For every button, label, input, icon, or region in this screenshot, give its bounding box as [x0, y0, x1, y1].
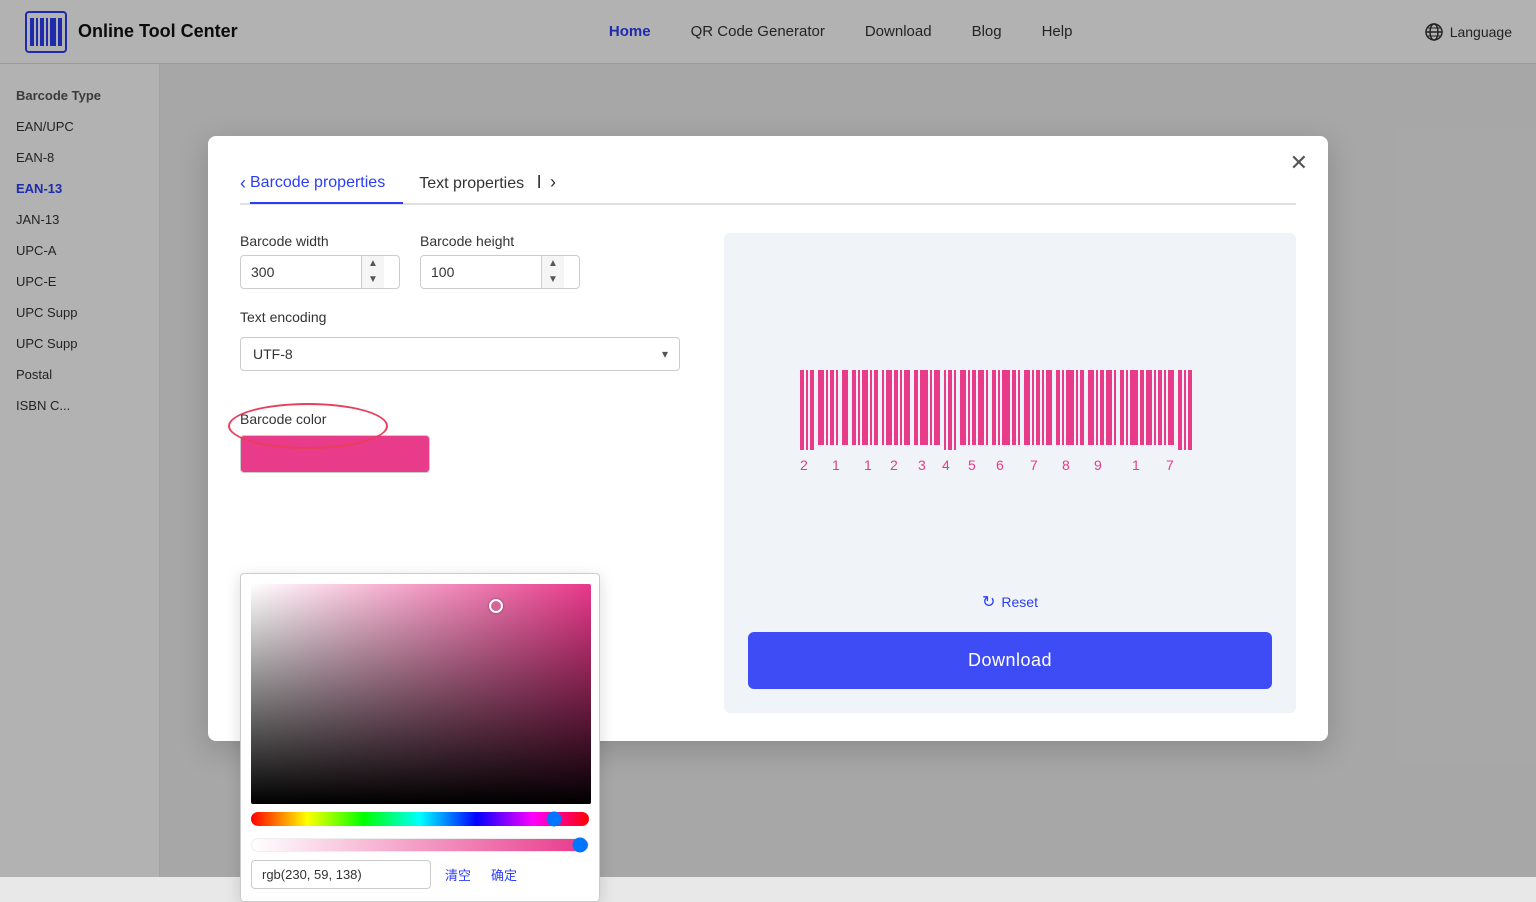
barcode-digits: 2 1 1 2 3 4 5 6 7 8 9 1: [800, 457, 1174, 473]
barcode-svg-wrapper: 2 1 1 2 3 4 5 6 7 8 9 1: [790, 370, 1230, 480]
tab-next-button[interactable]: ›: [550, 172, 556, 193]
encoding-group: Text encoding UTF-8 ISO-8859-1 ASCII ▾: [240, 309, 700, 391]
width-group: Barcode width ▲ ▼: [240, 233, 400, 289]
barcode-preview-svg: 2 1 1 2 3 4 5 6 7 8 9 1: [790, 370, 1230, 480]
modal-tabs: ‹ Barcode properties Text properties I ›: [240, 164, 1296, 205]
download-button[interactable]: Download: [748, 632, 1272, 689]
barcode-preview-area: 2 1 1 2 3 4 5 6 7 8 9 1: [748, 265, 1272, 584]
width-decrement[interactable]: ▼: [362, 272, 384, 288]
color-picker-popup: 清空 确定: [240, 573, 600, 902]
svg-text:7: 7: [1166, 457, 1174, 473]
color-confirm-button[interactable]: 确定: [485, 861, 523, 888]
svg-text:3: 3: [918, 457, 926, 473]
encoding-select-wrapper: UTF-8 ISO-8859-1 ASCII ▾: [240, 337, 680, 371]
barcode-height-label: Barcode height: [420, 233, 580, 249]
barcode-bars: [800, 370, 1192, 450]
cursor-icon: I: [537, 172, 542, 192]
barcode-height-input-wrapper: ▲ ▼: [420, 255, 580, 289]
color-label-wrapper: Barcode color: [240, 411, 700, 429]
tab-text-properties[interactable]: Text properties I ›: [419, 164, 574, 203]
opacity-slider-wrapper: [241, 832, 599, 852]
color-gradient-dark: [251, 584, 591, 804]
svg-text:1: 1: [1132, 457, 1140, 473]
modal-left-panel: Barcode width ▲ ▼ Barcode height: [240, 233, 700, 713]
svg-text:1: 1: [832, 457, 840, 473]
height-group: Barcode height ▲ ▼: [420, 233, 580, 289]
color-clear-button[interactable]: 清空: [439, 861, 477, 888]
barcode-width-label: Barcode width: [240, 233, 400, 249]
svg-text:8: 8: [1062, 457, 1070, 473]
color-input-row: 清空 确定: [241, 852, 599, 889]
hue-slider[interactable]: [251, 812, 589, 826]
barcode-height-input[interactable]: [421, 258, 541, 286]
width-spinner: ▲ ▼: [361, 256, 384, 288]
barcode-color-label: Barcode color: [240, 411, 326, 427]
svg-text:6: 6: [996, 457, 1004, 473]
hue-slider-wrapper: [241, 812, 599, 826]
encoding-label: Text encoding: [240, 309, 700, 325]
color-gradient-area[interactable]: [251, 584, 591, 804]
modal-right-panel: 2 1 1 2 3 4 5 6 7 8 9 1: [724, 233, 1296, 713]
barcode-width-input-wrapper: ▲ ▼: [240, 255, 400, 289]
color-text-input[interactable]: [251, 860, 431, 889]
svg-text:9: 9: [1094, 457, 1102, 473]
modal: ✕ ‹ Barcode properties Text properties I…: [208, 136, 1328, 741]
svg-text:2: 2: [800, 457, 808, 473]
width-increment[interactable]: ▲: [362, 256, 384, 272]
svg-text:1: 1: [864, 457, 872, 473]
dimensions-row: Barcode width ▲ ▼ Barcode height: [240, 233, 700, 289]
close-button[interactable]: ✕: [1290, 152, 1308, 174]
opacity-slider[interactable]: [251, 838, 589, 852]
height-spinner: ▲ ▼: [541, 256, 564, 288]
svg-text:4: 4: [942, 457, 950, 473]
svg-text:7: 7: [1030, 457, 1038, 473]
tab-barcode-properties[interactable]: Barcode properties: [250, 166, 403, 202]
height-decrement[interactable]: ▼: [542, 272, 564, 288]
height-increment[interactable]: ▲: [542, 256, 564, 272]
modal-body: Barcode width ▲ ▼ Barcode height: [240, 233, 1296, 713]
color-swatch[interactable]: [240, 435, 430, 473]
tab-back-button[interactable]: ‹: [240, 173, 246, 194]
color-group: Barcode color: [240, 411, 700, 473]
modal-overlay: ✕ ‹ Barcode properties Text properties I…: [0, 0, 1536, 877]
encoding-select[interactable]: UTF-8 ISO-8859-1 ASCII: [240, 337, 680, 371]
reset-label: Reset: [1001, 594, 1038, 610]
svg-text:5: 5: [968, 457, 976, 473]
svg-text:2: 2: [890, 457, 898, 473]
reset-button[interactable]: ↻ Reset: [966, 584, 1054, 620]
reset-icon: ↻: [982, 592, 995, 612]
barcode-width-input[interactable]: [241, 258, 361, 286]
